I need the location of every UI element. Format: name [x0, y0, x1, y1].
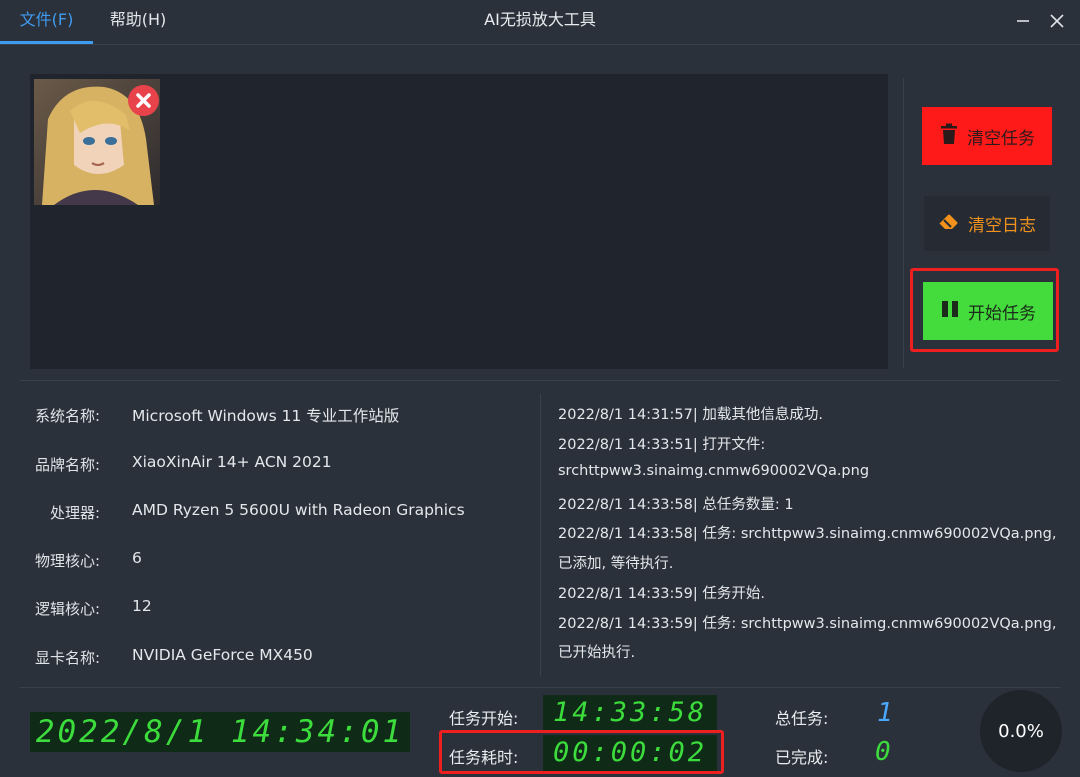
system-name-value: Microsoft Windows 11 专业工作站版	[132, 407, 400, 425]
progress-percent: 0.0%	[998, 720, 1044, 742]
logical-cores-label: 逻辑核心:	[34, 600, 100, 618]
title-bar: 文件(F) 帮助(H) AI无损放大工具	[0, 0, 1080, 44]
highlight-box	[439, 730, 724, 774]
clear-tasks-label: 清空任务	[967, 128, 1035, 149]
processor-label: 处理器:	[49, 504, 100, 522]
completed-label: 已完成:	[775, 748, 829, 767]
eraser-icon	[938, 212, 960, 235]
task-start-label: 任务开始:	[449, 709, 519, 728]
brand-name-label: 品牌名称:	[34, 456, 100, 474]
system-name-label: 系统名称:	[34, 407, 100, 425]
divider	[0, 44, 1080, 45]
log-line: 已添加, 等待执行.	[558, 556, 674, 572]
clock-display: 2022/8/1 14:34:01	[30, 712, 410, 752]
physical-cores-label: 物理核心:	[34, 552, 100, 570]
total-tasks-label: 总任务:	[775, 709, 829, 728]
divider	[540, 394, 541, 676]
highlight-box	[910, 268, 1059, 352]
divider	[903, 78, 904, 368]
processor-value: AMD Ryzen 5 5600U with Radeon Graphics	[132, 501, 465, 519]
divider	[20, 687, 1060, 688]
progress-indicator: 0.0%	[980, 690, 1062, 772]
clear-tasks-button[interactable]: 清空任务	[922, 107, 1052, 165]
log-line: 2022/8/1 14:33:59| 任务: srchttpww3.sinaim…	[558, 616, 1057, 632]
logical-cores-value: 12	[132, 597, 152, 615]
log-line: 2022/8/1 14:33:58| 总任务数量: 1	[558, 497, 794, 513]
log-line: 已开始执行.	[558, 645, 636, 661]
brand-name-value: XiaoXinAir 14+ ACN 2021	[132, 453, 332, 471]
log-line: 2022/8/1 14:31:57| 加载其他信息成功.	[558, 407, 823, 423]
total-tasks-value: 1	[877, 698, 893, 728]
gpu-name-label: 显卡名称:	[34, 649, 100, 667]
clear-log-label: 清空日志	[968, 216, 1036, 236]
menu-file[interactable]: 文件(F)	[0, 0, 93, 44]
log-line: 2022/8/1 14:33:59| 任务开始.	[558, 586, 765, 602]
log-line: 2022/8/1 14:33:58| 任务: srchttpww3.sinaim…	[558, 526, 1057, 542]
close-icon[interactable]	[1043, 8, 1071, 34]
gpu-name-value: NVIDIA GeForce MX450	[132, 646, 313, 664]
physical-cores-value: 6	[132, 549, 142, 567]
log-line: srchttpww3.sinaimg.cnmw690002VQa.png	[558, 463, 870, 479]
completed-value: 0	[875, 737, 891, 767]
window-title: AI无损放大工具	[484, 10, 596, 29]
remove-image-icon[interactable]	[128, 85, 159, 116]
log-line: 2022/8/1 14:33:51| 打开文件:	[558, 437, 766, 453]
clear-log-button[interactable]: 清空日志	[924, 196, 1050, 251]
menu-help[interactable]: 帮助(H)	[93, 0, 183, 44]
minimize-icon[interactable]	[1009, 8, 1037, 34]
trash-icon	[939, 123, 959, 150]
divider	[20, 380, 1060, 381]
task-start-display: 14:33:58	[543, 695, 717, 731]
